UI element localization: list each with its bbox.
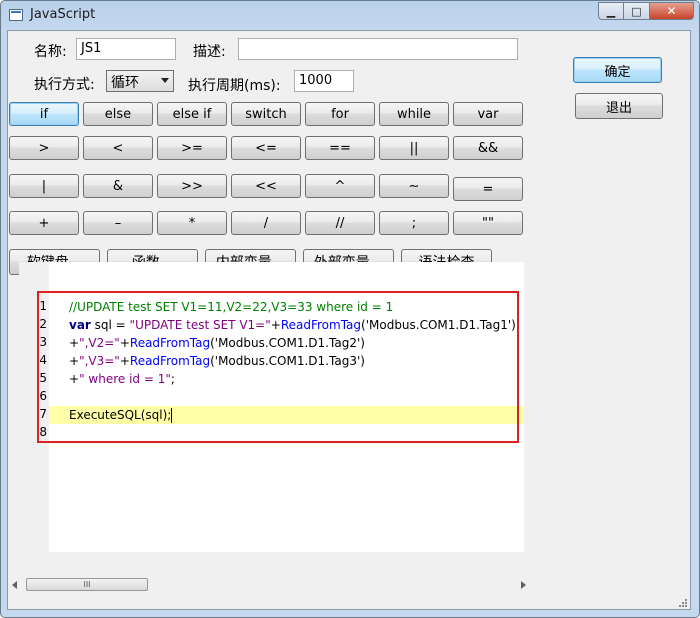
line-number: 7 — [39, 407, 47, 421]
code-token: //UPDATE test SET V1=11,V2=22,V3=33 wher… — [69, 300, 394, 314]
scroll-right-icon[interactable] — [521, 581, 526, 589]
code-token: + — [119, 336, 130, 350]
line-number: 6 — [39, 389, 47, 403]
code-line[interactable]: +" where id = 1"; — [49, 370, 524, 388]
code-token: ReadFromTag — [129, 336, 211, 350]
line-number: 4 — [39, 353, 47, 367]
name-label: 名称: — [34, 44, 67, 60]
exit-button[interactable]: 退出 — [575, 93, 663, 119]
code-token: + — [69, 354, 80, 368]
code-line[interactable]: +",V2="+ReadFromTag('Modbus.COM1.D1.Tag2… — [49, 334, 524, 352]
execution-mode-select[interactable]: 循环 — [106, 70, 174, 92]
keyword-button[interactable]: ^ — [305, 174, 375, 198]
execution-period-input[interactable]: 1000 — [294, 70, 354, 92]
keyword-button[interactable]: << — [231, 174, 301, 198]
title-bar[interactable]: JavaScript ▁ □ ✕ — [1, 1, 699, 31]
maximize-icon: □ — [631, 4, 642, 18]
keyword-button[interactable]: = — [453, 177, 523, 201]
keyword-button[interactable]: "" — [453, 211, 523, 235]
keyword-button[interactable]: else — [83, 102, 153, 126]
keyword-button[interactable]: <= — [231, 136, 301, 160]
keyword-button[interactable]: || — [379, 136, 449, 160]
code-token: 'Modbus.COM1.D1.Tag2' — [214, 336, 361, 350]
resize-grip-icon[interactable] — [677, 597, 687, 607]
code-token: + — [69, 336, 80, 350]
chevron-down-icon — [161, 78, 169, 83]
code-token: + — [270, 318, 281, 332]
close-icon: ✕ — [666, 4, 677, 18]
code-token: 'Modbus.COM1.D1.Tag3' — [214, 354, 361, 368]
line-number: 2 — [39, 317, 47, 331]
keyword-button[interactable]: < — [83, 136, 153, 160]
code-token: ",V2=" — [79, 336, 120, 350]
code-line[interactable]: var sql = "UPDATE test SET V1="+ReadFrom… — [49, 316, 524, 334]
code-token: ExecuteSQL(sql); — [69, 408, 172, 422]
code-line[interactable]: ExecuteSQL(sql); — [49, 406, 524, 424]
code-line[interactable]: //UPDATE test SET V1=11,V2=22,V3=33 wher… — [49, 298, 524, 316]
execution-mode-value: 循环 — [111, 75, 139, 91]
execution-mode-label: 执行方式: — [34, 77, 95, 93]
code-editor[interactable]: 1 2 3 4 5 6 7 8 //UPDATE test SET V1=11,V2=22,V… — [19, 262, 524, 552]
keyword-button[interactable]: >> — [157, 174, 227, 198]
line-number: 3 — [39, 335, 47, 349]
description-input[interactable] — [238, 38, 518, 60]
code-token: ) — [360, 354, 365, 368]
code-token: sql = — [90, 318, 130, 332]
line-number: 8 — [39, 425, 47, 439]
keyword-button[interactable]: > — [9, 136, 79, 160]
keyword-button[interactable]: – — [83, 211, 153, 235]
keyword-button[interactable]: for — [305, 102, 375, 126]
code-token: ReadFromTag — [280, 318, 362, 332]
app-icon — [9, 9, 23, 21]
code-token: ) — [360, 336, 365, 350]
maximize-button[interactable]: □ — [624, 2, 650, 20]
code-token: ",V3=" — [79, 354, 120, 368]
keyword-button[interactable]: else if — [157, 102, 227, 126]
line-number: 5 — [39, 371, 47, 385]
horizontal-scrollbar[interactable]: III — [9, 577, 531, 593]
keyword-button[interactable]: ; — [379, 211, 449, 235]
keyword-button[interactable]: >= — [157, 136, 227, 160]
code-token: var — [69, 318, 91, 332]
code-token: + — [119, 354, 130, 368]
keyword-button[interactable]: / — [231, 211, 301, 235]
line-number: 1 — [39, 299, 47, 313]
code-token: ReadFromTag — [129, 354, 211, 368]
close-button[interactable]: ✕ — [650, 2, 694, 20]
window-title: JavaScript — [30, 7, 96, 22]
keyword-button[interactable]: + — [9, 211, 79, 235]
code-token: 'Modbus.COM1.D1.Tag1' — [365, 318, 512, 332]
code-token: ) — [511, 318, 516, 332]
line-number-gutter: 1 2 3 4 5 6 7 8 — [19, 262, 49, 552]
code-token: " where id = 1" — [79, 372, 171, 386]
ok-button[interactable]: 确定 — [573, 57, 662, 83]
name-input[interactable]: JS1 — [76, 38, 176, 60]
code-token: + — [69, 372, 80, 386]
code-token: "UPDATE test SET V1=" — [129, 318, 271, 332]
scroll-thumb[interactable]: III — [26, 578, 148, 591]
scroll-left-icon[interactable] — [12, 581, 17, 589]
keyword-button[interactable]: while — [379, 102, 449, 126]
keyword-button[interactable]: ~ — [379, 174, 449, 198]
keyword-button[interactable]: if — [9, 102, 79, 126]
code-line[interactable] — [49, 388, 524, 406]
keyword-button[interactable]: * — [157, 211, 227, 235]
keyword-button[interactable]: & — [83, 174, 153, 198]
keyword-button[interactable]: switch — [231, 102, 301, 126]
text-caret — [171, 408, 173, 423]
minimize-icon: ▁ — [606, 4, 616, 18]
code-line[interactable] — [49, 424, 524, 442]
caption-buttons: ▁ □ ✕ — [598, 2, 694, 22]
keyword-button[interactable]: == — [305, 136, 375, 160]
keyword-button[interactable]: | — [9, 174, 79, 198]
minimize-button[interactable]: ▁ — [598, 2, 624, 20]
keyword-button[interactable]: && — [453, 136, 523, 160]
code-token: ; — [170, 372, 175, 386]
description-label: 描述: — [193, 44, 226, 60]
keyword-button[interactable]: // — [305, 211, 375, 235]
execution-period-label: 执行周期(ms): — [188, 78, 281, 94]
keyword-button[interactable]: var — [453, 102, 523, 126]
code-line[interactable]: +",V3="+ReadFromTag('Modbus.COM1.D1.Tag3… — [49, 352, 524, 370]
